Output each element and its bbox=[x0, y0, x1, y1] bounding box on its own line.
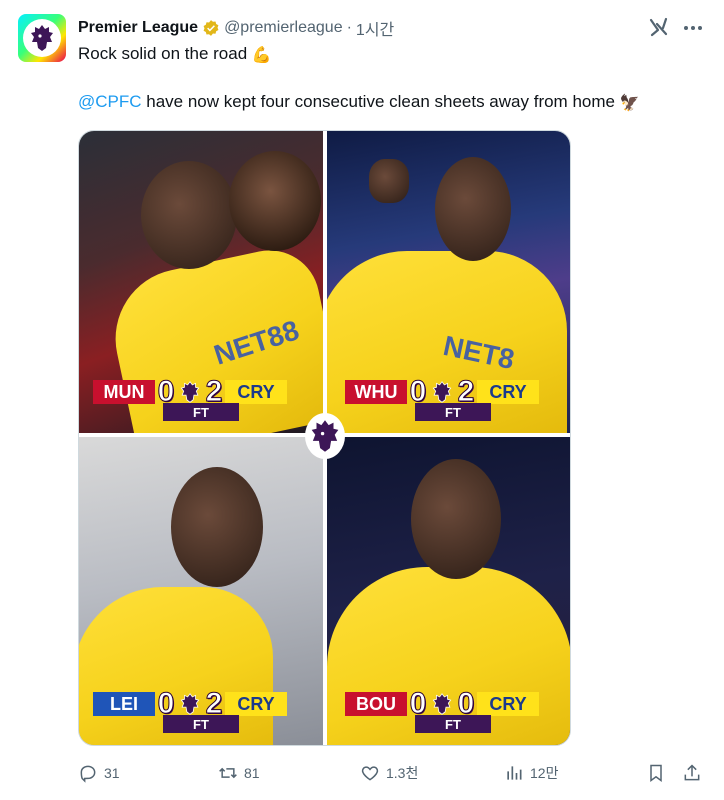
tweet-header: Premier League @premierleague · 1시간 bbox=[78, 17, 394, 39]
away-team-label: CRY bbox=[225, 380, 287, 404]
pl-lion-icon bbox=[429, 378, 455, 406]
scoreboard-bou: BOU 0 0 CRY bbox=[345, 687, 539, 721]
flexed-biceps-emoji: 💪 bbox=[251, 46, 272, 64]
pl-lion-icon bbox=[177, 690, 203, 718]
views-chart-icon bbox=[507, 766, 522, 780]
eagle-emoji: 🦅 bbox=[619, 94, 640, 112]
more-options-icon[interactable] bbox=[682, 17, 704, 39]
mention-link[interactable]: @CPFC bbox=[78, 92, 142, 111]
share-icon bbox=[684, 764, 700, 781]
pl-lion-icon bbox=[177, 378, 203, 406]
like-button[interactable]: 1.3천 bbox=[360, 760, 418, 786]
full-time-label: FT bbox=[163, 403, 239, 421]
tweet-text-line2: @CPFC have now kept four consecutive cle… bbox=[78, 92, 640, 113]
bookmark-icon bbox=[650, 764, 662, 782]
author-handle[interactable]: @premierleague bbox=[224, 19, 343, 37]
repost-count: 81 bbox=[244, 765, 260, 781]
home-team-label: WHU bbox=[345, 380, 407, 404]
separator-dot: · bbox=[346, 19, 352, 36]
reply-icon bbox=[80, 765, 96, 783]
home-team-label: MUN bbox=[93, 380, 155, 404]
grok-icon[interactable] bbox=[648, 16, 670, 38]
player-head bbox=[435, 157, 511, 261]
full-time-label: FT bbox=[415, 403, 491, 421]
tweet-line1-text: Rock solid on the road bbox=[78, 44, 248, 63]
view-count: 12만 bbox=[530, 765, 559, 781]
pl-lion-icon bbox=[429, 690, 455, 718]
repost-icon bbox=[219, 767, 237, 779]
tweet-action-bar: 31 81 1.3천 12만 bbox=[78, 760, 708, 786]
player-head bbox=[141, 161, 237, 269]
media-image-grid[interactable]: NET88 MUN 0 2 CRY FT NET8 WHU 0 2 CRY FT bbox=[78, 130, 571, 746]
verified-badge-icon bbox=[202, 19, 220, 37]
timestamp[interactable]: 1시간 bbox=[356, 16, 394, 40]
bookmark-button[interactable] bbox=[646, 760, 666, 786]
avatar[interactable] bbox=[18, 14, 66, 62]
like-count: 1.3천 bbox=[386, 765, 419, 781]
player-head bbox=[411, 459, 501, 579]
player-fist bbox=[369, 159, 409, 203]
full-time-label: FT bbox=[163, 715, 239, 733]
reply-button[interactable]: 31 bbox=[78, 760, 120, 786]
share-button[interactable] bbox=[682, 760, 702, 786]
scoreboard-mun: MUN 0 2 CRY bbox=[93, 375, 287, 409]
player-head bbox=[171, 467, 263, 587]
author-name[interactable]: Premier League bbox=[78, 19, 198, 37]
heart-icon bbox=[361, 766, 379, 781]
home-team-label: BOU bbox=[345, 692, 407, 716]
scoreboard-whu: WHU 0 2 CRY bbox=[345, 375, 539, 409]
premier-league-lion-logo bbox=[23, 19, 61, 57]
away-team-label: CRY bbox=[225, 692, 287, 716]
tweet[interactable]: Premier League @premierleague · 1시간 Rock… bbox=[0, 0, 724, 800]
premier-league-center-badge bbox=[305, 413, 345, 459]
repost-button[interactable]: 81 bbox=[218, 760, 260, 786]
teammate-head bbox=[229, 151, 321, 251]
full-time-label: FT bbox=[415, 715, 491, 733]
home-team-label: LEI bbox=[93, 692, 155, 716]
reply-count: 31 bbox=[104, 765, 120, 781]
scoreboard-lei: LEI 0 2 CRY bbox=[93, 687, 287, 721]
away-team-label: CRY bbox=[477, 380, 539, 404]
tweet-line2-text: have now kept four consecutive clean she… bbox=[141, 92, 615, 111]
views-button[interactable]: 12만 bbox=[504, 760, 558, 786]
tweet-text-line1: Rock solid on the road 💪 bbox=[78, 44, 272, 65]
away-team-label: CRY bbox=[477, 692, 539, 716]
